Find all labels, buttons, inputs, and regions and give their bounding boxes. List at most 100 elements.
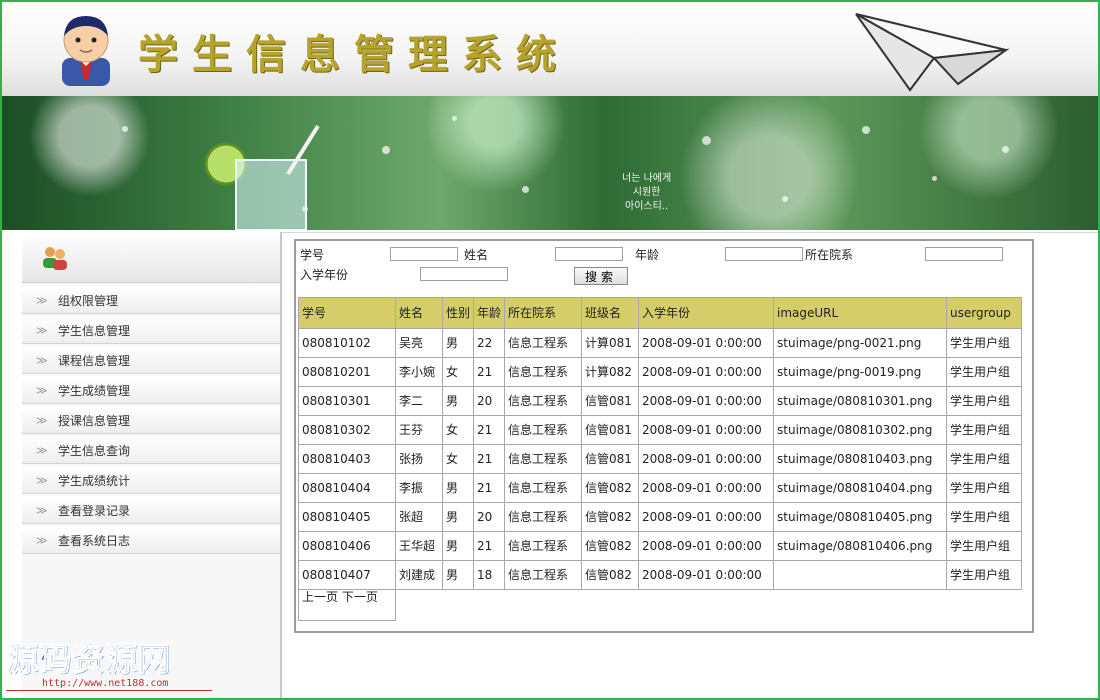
sidebar-item-grades[interactable]: ≫ 学生成绩管理 <box>22 376 280 404</box>
cell-dept: 信息工程系 <box>504 357 582 387</box>
sidebar-menu: ≫ 组权限管理 ≫ 学生信息管理 ≫ 课程信息管理 ≫ 学生成绩管理 ≫ 授课信息管理 ≫… <box>22 286 280 556</box>
sidebar-item-label: 查看登录记录 <box>58 503 131 518</box>
cell-gender: 男 <box>442 386 474 416</box>
cell-gender: 女 <box>442 444 474 474</box>
chevron-right-icon: ≫ <box>36 323 48 337</box>
cell-enroll-year: 2008-09-01 0:00:00 <box>638 386 774 416</box>
cell-image-url <box>773 560 947 590</box>
cell-age: 20 <box>473 502 505 532</box>
table-row: 080810406 王华超 男 21 信息工程系 信管082 2008-09-0… <box>298 531 1022 561</box>
chevron-right-icon: ≫ <box>36 503 48 517</box>
sidebar-item-system-log[interactable]: ≫ 查看系统日志 <box>22 526 280 554</box>
cell-name: 王芬 <box>395 415 443 445</box>
cell-image-url: stuimage/png-0019.png <box>773 357 947 387</box>
cell-usergroup: 学生用户组 <box>946 502 1022 532</box>
cell-enroll-year: 2008-09-01 0:00:00 <box>638 560 774 590</box>
sidebar-item-group-permissions[interactable]: ≫ 组权限管理 <box>22 286 280 314</box>
column-header[interactable]: 性别 <box>442 297 474 329</box>
cell-class: 信管082 <box>581 560 639 590</box>
chevron-right-icon: ≫ <box>36 353 48 367</box>
cell-usergroup: 学生用户组 <box>946 386 1022 416</box>
cell-enroll-year: 2008-09-01 0:00:00 <box>638 473 774 503</box>
cell-age: 22 <box>473 328 505 358</box>
cell-class: 信管082 <box>581 502 639 532</box>
cell-age: 21 <box>473 531 505 561</box>
cell-gender: 男 <box>442 328 474 358</box>
sidebar-item-label: 学生成绩统计 <box>58 473 131 488</box>
cell-gender: 男 <box>442 531 474 561</box>
sidebar-item-login-records[interactable]: ≫ 查看登录记录 <box>22 496 280 524</box>
watermark: 源码资源网 http://www.net188.com <box>6 634 212 691</box>
column-header[interactable]: usergroup <box>946 297 1022 329</box>
cell-student-id: 080810201 <box>298 357 396 387</box>
cell-image-url: stuimage/png-0021.png <box>773 328 947 358</box>
age-label: 年龄 <box>635 247 660 262</box>
banner-caption-line: 아이스티.. <box>625 201 669 212</box>
header: 学生信息管理系统 <box>2 2 1098 96</box>
column-header[interactable]: 姓名 <box>395 297 443 329</box>
sidebar-item-grade-stats[interactable]: ≫ 学生成绩统计 <box>22 466 280 494</box>
cell-class: 计算081 <box>581 328 639 358</box>
banner-image: 너는 나에게 시원한 아이스티.. <box>2 96 1098 230</box>
enroll-year-label: 入学年份 <box>300 267 349 282</box>
column-header[interactable]: imageURL <box>773 297 947 329</box>
table-row: 080810404 李振 男 21 信息工程系 信管082 2008-09-01… <box>298 473 1022 503</box>
cell-enroll-year: 2008-09-01 0:00:00 <box>638 415 774 445</box>
cell-class: 信管081 <box>581 415 639 445</box>
cell-dept: 信息工程系 <box>504 560 582 590</box>
table-row: 080810102 吴亮 男 22 信息工程系 计算081 2008-09-01… <box>298 328 1022 358</box>
cell-class: 信管081 <box>581 444 639 474</box>
dept-input[interactable] <box>925 247 1003 261</box>
sidebar-item-student-query[interactable]: ≫ 学生信息查询 <box>22 436 280 464</box>
sidebar-item-course-info[interactable]: ≫ 课程信息管理 <box>22 346 280 374</box>
table-body: 080810102 吴亮 男 22 信息工程系 计算081 2008-09-01… <box>298 328 1022 621</box>
banner-caption-line: 시원한 <box>632 187 661 198</box>
sidebar-item-label: 组权限管理 <box>58 293 119 308</box>
cell-image-url: stuimage/080810403.png <box>773 444 947 474</box>
sidebar-item-teaching-info[interactable]: ≫ 授课信息管理 <box>22 406 280 434</box>
chevron-right-icon: ≫ <box>36 533 48 547</box>
column-header[interactable]: 入学年份 <box>638 297 774 329</box>
column-header[interactable]: 班级名 <box>581 297 639 329</box>
cell-name: 张扬 <box>395 444 443 474</box>
cell-enroll-year: 2008-09-01 0:00:00 <box>638 531 774 561</box>
cell-dept: 信息工程系 <box>504 386 582 416</box>
cell-enroll-year: 2008-09-01 0:00:00 <box>638 502 774 532</box>
prev-page-link[interactable]: 上一页 <box>302 590 338 604</box>
age-input[interactable] <box>725 247 803 261</box>
cell-usergroup: 学生用户组 <box>946 531 1022 561</box>
student-id-input[interactable] <box>390 247 458 261</box>
name-input[interactable] <box>555 247 623 261</box>
cell-dept: 信息工程系 <box>504 531 582 561</box>
cell-age: 20 <box>473 386 505 416</box>
cell-student-id: 080810404 <box>298 473 396 503</box>
users-icon <box>43 247 67 270</box>
sidebar: ≫ 组权限管理 ≫ 学生信息管理 ≫ 课程信息管理 ≫ 学生成绩管理 ≫ 授课信息管理 ≫… <box>22 232 282 698</box>
column-header[interactable]: 年龄 <box>473 297 505 329</box>
sidebar-item-student-info[interactable]: ≫ 学生信息管理 <box>22 316 280 344</box>
cell-gender: 男 <box>442 502 474 532</box>
cell-usergroup: 学生用户组 <box>946 560 1022 590</box>
cell-gender: 男 <box>442 473 474 503</box>
cell-age: 21 <box>473 473 505 503</box>
cell-class: 计算082 <box>581 357 639 387</box>
cell-age: 18 <box>473 560 505 590</box>
cell-dept: 信息工程系 <box>504 473 582 503</box>
cell-dept: 信息工程系 <box>504 444 582 474</box>
cell-name: 李小婉 <box>395 357 443 387</box>
watermark-title: 源码资源网 <box>6 640 172 679</box>
cell-name: 张超 <box>395 502 443 532</box>
banner-caption-line: 너는 나에게 <box>622 173 672 184</box>
column-header[interactable]: 学号 <box>298 297 396 329</box>
table-row: 080810405 张超 男 20 信息工程系 信管082 2008-09-01… <box>298 502 1022 532</box>
table-row: 080810301 李二 男 20 信息工程系 信管081 2008-09-01… <box>298 386 1022 416</box>
cell-age: 21 <box>473 415 505 445</box>
enroll-year-input[interactable] <box>420 267 508 281</box>
column-header[interactable]: 所在院系 <box>504 297 582 329</box>
cell-enroll-year: 2008-09-01 0:00:00 <box>638 328 774 358</box>
cell-usergroup: 学生用户组 <box>946 444 1022 474</box>
cell-usergroup: 学生用户组 <box>946 473 1022 503</box>
next-page-link[interactable]: 下一页 <box>342 590 378 604</box>
search-button[interactable]: 搜索 <box>574 267 628 285</box>
cell-name: 李振 <box>395 473 443 503</box>
